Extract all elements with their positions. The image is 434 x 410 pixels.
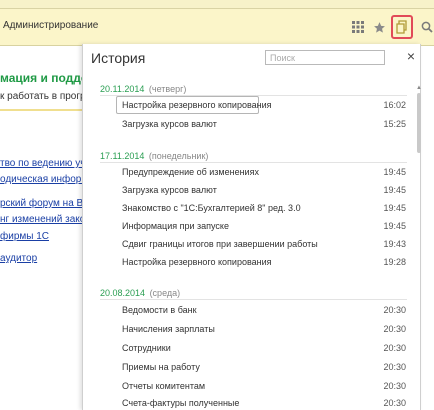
history-item-label[interactable]: Начисления зарплаты	[122, 324, 215, 334]
search-icon	[421, 21, 433, 33]
group-date: 17.11.2014	[100, 151, 145, 161]
history-title: История	[91, 50, 146, 66]
history-item[interactable]: Сдвиг границы итогов при завершении рабо…	[116, 235, 406, 253]
history-item-time: 20:30	[383, 324, 406, 334]
background-separator	[0, 109, 82, 111]
background-link[interactable]: фирмы 1С	[0, 231, 49, 242]
history-item-label[interactable]: Загрузка курсов валют	[122, 119, 217, 129]
history-item[interactable]: Загрузка курсов валют 19:45	[116, 181, 406, 199]
history-item-time: 20:30	[383, 305, 406, 315]
history-item-label[interactable]: Счета-фактуры полученные	[122, 398, 239, 408]
close-icon: ×	[406, 48, 416, 64]
history-item[interactable]: Настройка резервного копирования 19:28	[116, 253, 406, 271]
history-item-label[interactable]: Отчеты комитентам	[122, 381, 205, 391]
history-item[interactable]: Отчеты комитентам 20:30	[116, 377, 406, 395]
background-text[interactable]: к работать в программ	[0, 91, 82, 102]
group-weekday: (четверг)	[148, 84, 187, 94]
history-item[interactable]: Сотрудники 20:30	[116, 339, 406, 357]
background-link[interactable]: нг изменений законод	[0, 214, 82, 225]
group-date-header: 20.11.2014 (четверг)	[100, 84, 186, 94]
history-item-time: 19:45	[383, 221, 406, 231]
history-item[interactable]: Ведомости в банк 20:30	[116, 301, 406, 319]
group-separator	[100, 299, 407, 300]
history-item-time: 20:30	[383, 398, 406, 408]
history-item-time: 15:25	[383, 119, 406, 129]
group-date-header: 17.11.2014 (понедельник)	[100, 151, 208, 161]
history-item-label[interactable]: Настройка резервного копирования	[122, 257, 272, 267]
history-item[interactable]: Приемы на работу 20:30	[116, 358, 406, 376]
history-button[interactable]	[391, 15, 413, 39]
background-heading: мация и поддер	[0, 71, 82, 85]
history-item-time: 19:28	[383, 257, 406, 267]
history-icon	[395, 20, 407, 34]
group-weekday: (среда)	[149, 288, 181, 298]
scrollbar-thumb[interactable]	[417, 93, 421, 153]
group-date: 20.11.2014	[100, 84, 145, 94]
history-item-label[interactable]: Ведомости в банк	[122, 305, 197, 315]
history-item[interactable]: Знакомство с "1С:Бухгалтерией 8" ред. 3.…	[116, 199, 406, 217]
history-item-time: 19:45	[383, 185, 406, 195]
history-item[interactable]: Начисления зарплаты 20:30	[116, 320, 406, 338]
history-item[interactable]: Предупреждение об изменениях 19:45	[116, 163, 406, 181]
group-weekday: (понедельник)	[148, 151, 209, 161]
section-title: Администрирование	[3, 20, 99, 31]
history-item-time: 20:30	[383, 343, 406, 353]
group-date-header: 20.08.2014 (среда)	[100, 288, 180, 298]
history-item[interactable]: Счета-фактуры полученные 20:30	[116, 394, 406, 410]
grid-menu-button[interactable]	[347, 15, 369, 39]
history-item-label[interactable]: Загрузка курсов валют	[122, 185, 217, 195]
history-item-time: 19:45	[383, 167, 406, 177]
close-button[interactable]: ×	[405, 48, 417, 64]
background-link[interactable]: тво по ведению учета	[0, 158, 82, 169]
favorites-button[interactable]	[368, 15, 390, 39]
history-item-label[interactable]: Настройка резервного копирования	[122, 100, 272, 110]
history-item-time: 19:45	[383, 203, 406, 213]
history-item-label[interactable]: Информация при запуске	[122, 221, 229, 231]
history-item[interactable]: Информация при запуске 19:45	[116, 217, 406, 235]
background-page: мация и поддер к работать в программ тво…	[0, 46, 82, 410]
history-item-time: 20:30	[383, 362, 406, 372]
background-link[interactable]: одическая информаци	[0, 174, 82, 185]
history-item-label[interactable]: Приемы на работу	[122, 362, 200, 372]
history-item-label[interactable]: Сдвиг границы итогов при завершении рабо…	[122, 239, 318, 249]
section-header: Администрирование	[0, 9, 434, 46]
history-item-label[interactable]: Сотрудники	[122, 343, 171, 353]
history-item-label[interactable]: Предупреждение об изменениях	[122, 167, 259, 177]
background-link[interactable]: аудитор	[0, 253, 37, 264]
history-item-time: 16:02	[383, 100, 406, 110]
group-date: 20.08.2014	[100, 288, 146, 298]
history-item[interactable]: Настройка резервного копирования 16:02	[116, 96, 406, 114]
top-strip	[0, 0, 434, 9]
history-item-label[interactable]: Знакомство с "1С:Бухгалтерией 8" ред. 3.…	[122, 203, 301, 213]
star-icon	[373, 21, 385, 33]
history-item[interactable]: Загрузка курсов валют 15:25	[116, 115, 406, 133]
history-panel: История × 20.11.2014 (четверг) Настройка…	[82, 44, 421, 410]
grid-icon	[352, 21, 364, 33]
history-item-time: 19:43	[383, 239, 406, 249]
scroll-up-icon[interactable]: ▲	[416, 85, 422, 91]
header-search-button[interactable]	[416, 15, 434, 39]
history-search-input[interactable]	[265, 50, 385, 65]
background-link[interactable]: рский форум на BUH.R	[0, 198, 82, 209]
history-item-time: 20:30	[383, 381, 406, 391]
